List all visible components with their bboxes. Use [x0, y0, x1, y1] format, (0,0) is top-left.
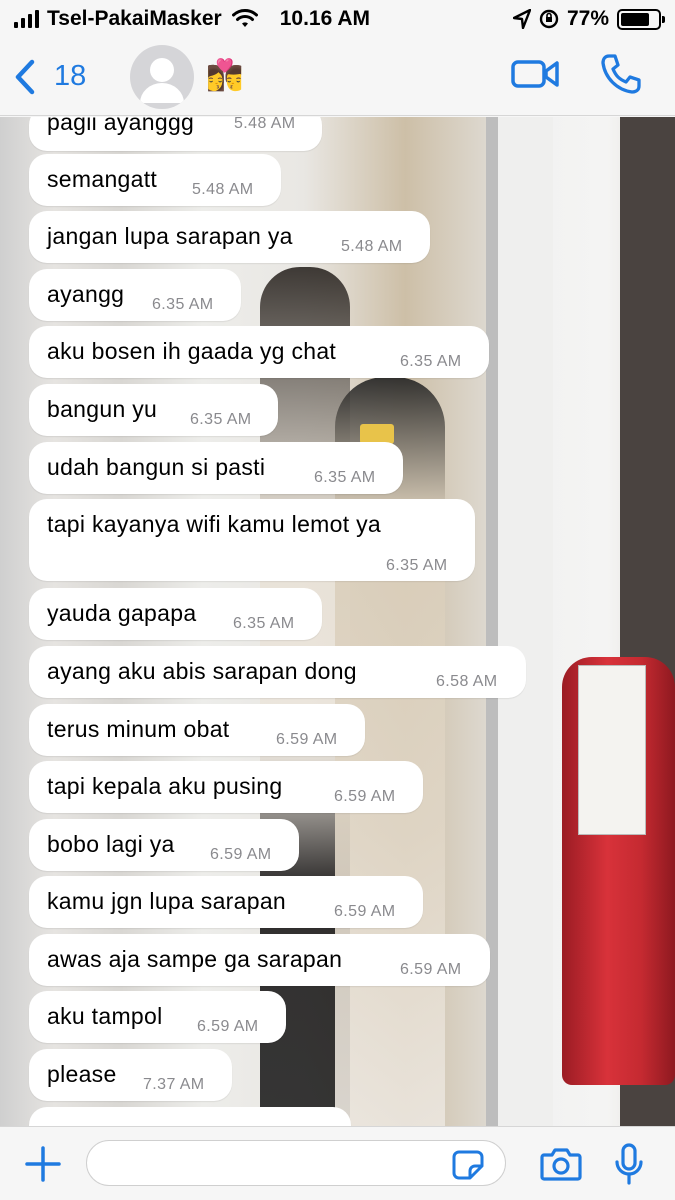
message-bubble[interactable]: bobo lagi ya 6.59 AM [29, 819, 299, 871]
video-call-button[interactable] [511, 57, 559, 91]
message-timestamp: 6.59 AM [334, 788, 396, 805]
message-bubble[interactable]: aku bosen ih gaada yg chat 6.35 AM [29, 326, 489, 378]
message-text: awas aja sampe ga sarapan [47, 946, 343, 972]
message-bubble[interactable]: please 7.37 AM [29, 1049, 232, 1101]
back-button[interactable]: 18 [14, 59, 86, 95]
message-text: tapi kayanya wifi kamu lemot ya [47, 511, 381, 537]
message-text: aku tampol [47, 1003, 163, 1029]
message-text: tapi kepala aku pusing [47, 773, 283, 799]
unread-count: 18 [54, 60, 87, 92]
microphone-button[interactable] [614, 1143, 644, 1185]
message-text: aku bosen ih gaada yg chat [47, 338, 337, 364]
message-bubble[interactable]: jangan lupa sarapan ya 5.48 AM [29, 211, 430, 263]
location-arrow-icon [512, 9, 531, 29]
message-input[interactable] [86, 1140, 506, 1186]
carrier-name: Tsel-PakaiMasker [47, 7, 222, 30]
message-text: udah bangun si pasti [47, 454, 266, 480]
message-bubble[interactable]: bangun yu 6.35 AM [29, 384, 278, 436]
message-timestamp: 6.58 AM [436, 673, 498, 690]
battery-level-fill [621, 12, 649, 26]
battery-percentage: 77% [566, 7, 609, 30]
message-text: kamu jgn lupa sarapan [47, 888, 287, 914]
message-timestamp: 6.59 AM [400, 961, 462, 978]
wifi-icon [231, 9, 258, 27]
message-timestamp: 5.48 AM [234, 117, 296, 132]
message-bubble-partial[interactable] [29, 1107, 351, 1126]
message-text: please [47, 1061, 117, 1087]
message-bubble[interactable]: tapi kayanya wifi kamu lemot ya 6.35 AM [29, 499, 475, 581]
cellular-signal-icon [14, 10, 39, 28]
attach-button[interactable] [24, 1145, 62, 1183]
orientation-lock-icon [539, 9, 559, 29]
message-bubble[interactable]: yauda gapapa 6.35 AM [29, 588, 322, 640]
message-timestamp: 6.35 AM [152, 296, 214, 313]
message-bubble[interactable]: pagii ayanggg 5.48 AM [29, 117, 322, 151]
message-timestamp: 6.59 AM [197, 1018, 259, 1035]
message-timestamp: 6.35 AM [190, 411, 252, 428]
message-text: bobo lagi ya [47, 831, 175, 857]
message-timestamp: 6.35 AM [400, 353, 462, 370]
clock-time: 10.16 AM [279, 7, 370, 30]
message-composer [0, 1126, 675, 1200]
status-bar: Tsel-PakaiMasker 10.16 AM 77% [0, 0, 675, 38]
default-avatar-icon [140, 58, 184, 103]
message-bubble[interactable]: semangatt 5.48 AM [29, 154, 281, 206]
status-right-group: 77% [512, 7, 665, 31]
chat-area[interactable]: pagii ayanggg 5.48 AM semangatt 5.48 AM jang… [0, 117, 675, 1126]
battery-icon [617, 8, 665, 30]
message-bubble[interactable]: ayangg 6.35 AM [29, 269, 241, 321]
contact-name[interactable]: 👩‍❤️‍💋‍👨 [206, 58, 243, 93]
message-text: jangan lupa sarapan ya [47, 223, 293, 249]
message-timestamp: 6.35 AM [386, 557, 448, 574]
message-bubble[interactable]: kamu jgn lupa sarapan 6.59 AM [29, 876, 423, 928]
message-timestamp: 6.59 AM [276, 731, 338, 748]
message-timestamp: 5.48 AM [341, 238, 403, 255]
message-bubble[interactable]: aku tampol 6.59 AM [29, 991, 286, 1043]
sticker-button[interactable] [452, 1150, 484, 1180]
message-timestamp: 7.37 AM [143, 1076, 205, 1093]
camera-button[interactable] [540, 1146, 582, 1182]
voice-call-button[interactable] [600, 53, 642, 95]
message-bubble[interactable]: awas aja sampe ga sarapan 6.59 AM [29, 934, 490, 986]
wallpaper-extinguisher-label [578, 665, 646, 835]
message-text: terus minum obat [47, 716, 230, 742]
message-text: ayang aku abis sarapan dong [47, 658, 357, 684]
wallpaper-door [498, 117, 553, 1126]
message-text: bangun yu [47, 396, 158, 422]
message-text: semangatt [47, 166, 158, 192]
message-text: ayangg [47, 281, 125, 307]
message-text: yauda gapapa [47, 600, 197, 626]
chevron-left-icon [15, 59, 35, 94]
wallpaper-phone [360, 424, 394, 444]
message-bubble[interactable]: tapi kepala aku pusing 6.59 AM [29, 761, 423, 813]
message-timestamp: 6.35 AM [314, 469, 376, 486]
message-bubble[interactable]: terus minum obat 6.59 AM [29, 704, 365, 756]
message-timestamp: 5.48 AM [192, 181, 254, 198]
message-text: pagii ayanggg [47, 117, 195, 135]
message-timestamp: 6.59 AM [334, 903, 396, 920]
contact-avatar[interactable] [130, 45, 194, 109]
message-bubble[interactable]: udah bangun si pasti 6.35 AM [29, 442, 403, 494]
chat-header: 18 👩‍❤️‍💋‍👨 [0, 38, 675, 116]
message-timestamp: 6.59 AM [210, 846, 272, 863]
message-timestamp: 6.35 AM [233, 615, 295, 632]
message-bubble[interactable]: ayang aku abis sarapan dong 6.58 AM [29, 646, 526, 698]
